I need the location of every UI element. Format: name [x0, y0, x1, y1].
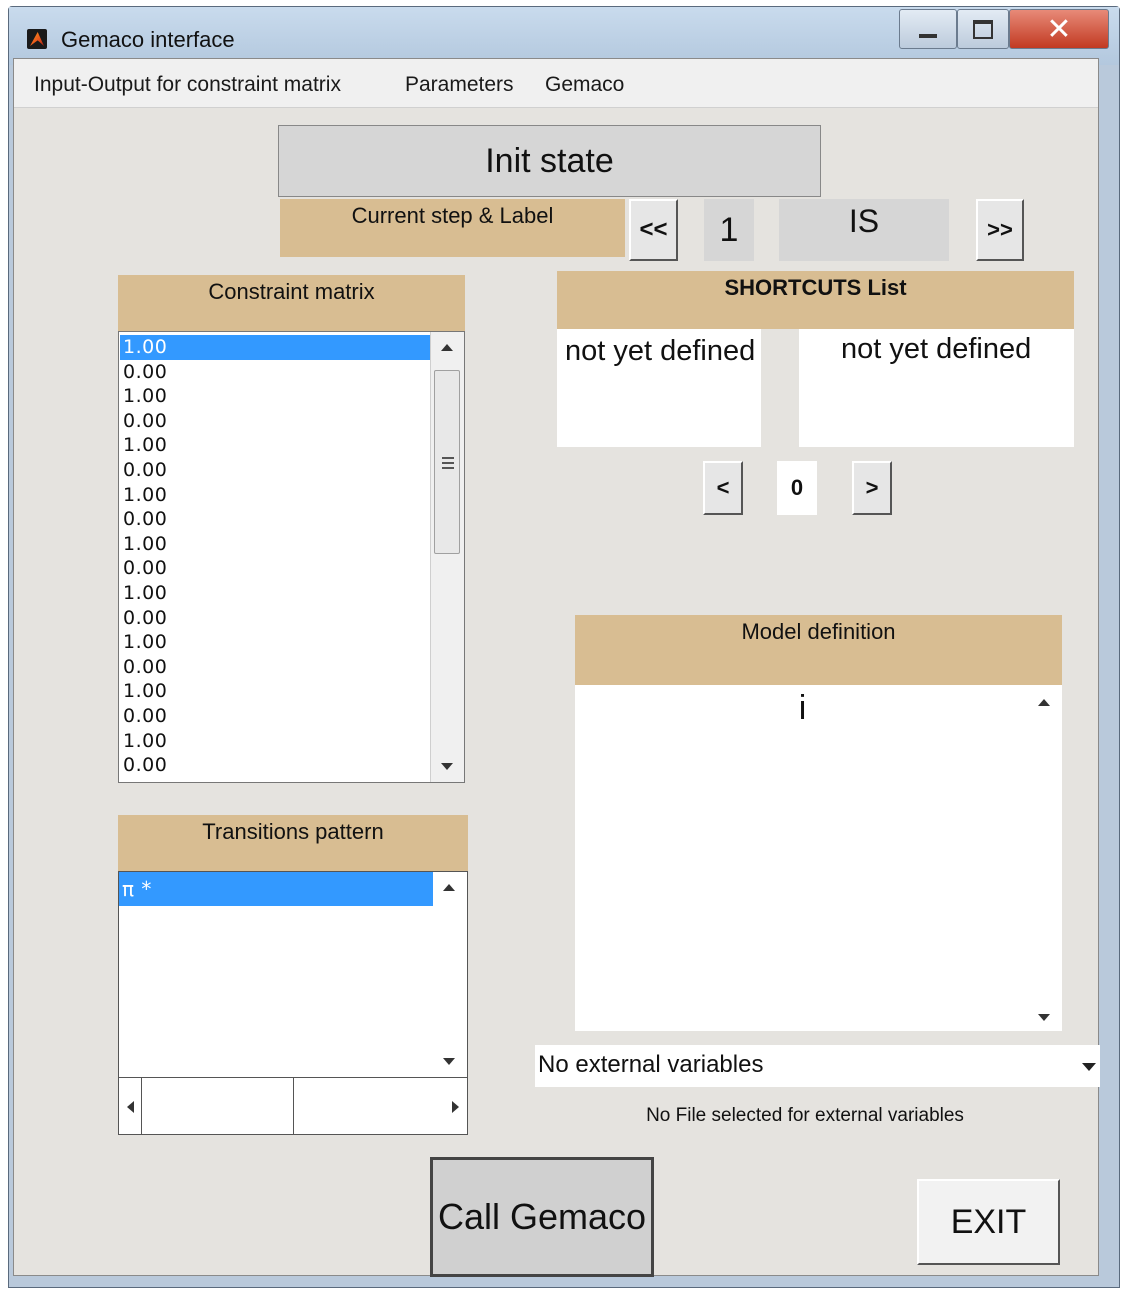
list-item[interactable]: 1.00	[120, 532, 430, 557]
call-gemaco-button[interactable]: Call Gemaco	[430, 1157, 654, 1277]
list-item[interactable]: 1.00	[120, 630, 430, 655]
transitions-list[interactable]: π *	[118, 871, 468, 1135]
scroll-up-icon[interactable]	[1038, 699, 1050, 706]
scroll-left-icon[interactable]	[127, 1101, 134, 1113]
constraint-matrix-rows: 1.00 0.00 1.00 0.00 1.00 0.00 1.00 0.00 1.00 0.00…	[120, 335, 430, 778]
shortcut-right[interactable]: not yet defined	[799, 329, 1074, 447]
list-item[interactable]: 0.00	[120, 556, 430, 581]
menu-input-output[interactable]: Input-Output for constraint matrix	[34, 73, 341, 97]
list-item[interactable]: 1.00	[120, 335, 430, 360]
prev-shortcut-button[interactable]: <	[703, 461, 743, 515]
list-item[interactable]: 0.00	[120, 655, 430, 680]
menu-parameters[interactable]: Parameters	[405, 73, 514, 97]
shortcut-index: 0	[777, 461, 817, 515]
close-button[interactable]: ✕	[1009, 9, 1109, 49]
list-item[interactable]: π *	[119, 872, 435, 906]
model-definition-content: i	[798, 689, 807, 727]
step-state-label: IS	[779, 199, 949, 261]
list-item[interactable]: 1.00	[120, 729, 430, 754]
model-definition-text[interactable]: i	[575, 685, 1062, 1031]
scroll-down-icon[interactable]	[441, 763, 453, 770]
transitions-vscroll[interactable]	[433, 872, 467, 1077]
chevron-down-icon[interactable]	[1082, 1063, 1096, 1071]
step-number: 1	[704, 199, 754, 261]
next-step-button[interactable]: >>	[976, 199, 1024, 261]
scroll-down-icon[interactable]	[1038, 1014, 1050, 1021]
list-item[interactable]: 0.00	[120, 360, 430, 385]
constraint-matrix-title: Constraint matrix	[118, 275, 465, 331]
minimize-icon	[919, 34, 937, 38]
matlab-icon	[27, 29, 47, 49]
menu-gemaco[interactable]: Gemaco	[545, 73, 624, 97]
maximize-button[interactable]	[957, 9, 1009, 49]
next-shortcut-button[interactable]: >	[852, 461, 892, 515]
scroll-thumb[interactable]	[434, 370, 460, 554]
list-item[interactable]: 0.00	[120, 753, 430, 778]
transitions-rows: π *	[119, 872, 435, 906]
menu-bar: Input-Output for constraint matrix Param…	[14, 59, 1098, 108]
prev-step-button[interactable]: <<	[629, 199, 678, 261]
list-item[interactable]: 0.00	[120, 409, 430, 434]
transitions-hscroll[interactable]	[119, 1077, 467, 1134]
model-definition-title: Model definition	[575, 615, 1062, 685]
external-variables-dropdown[interactable]: No external variables	[535, 1045, 1100, 1087]
exit-button[interactable]: EXIT	[917, 1179, 1060, 1265]
init-state-button[interactable]: Init state	[278, 125, 821, 197]
external-file-status: No File selected for external variables	[646, 1105, 964, 1126]
scroll-up-icon[interactable]	[441, 344, 453, 351]
window-title: Gemaco interface	[61, 27, 235, 52]
list-item[interactable]: 1.00	[120, 581, 430, 606]
scroll-up-icon[interactable]	[443, 884, 455, 891]
shortcut-left[interactable]: not yet defined	[557, 329, 761, 447]
current-step-label: Current step & Label	[280, 199, 625, 257]
list-item[interactable]: 1.00	[120, 384, 430, 409]
shortcuts-title: SHORTCUTS List	[557, 271, 1074, 329]
hscroll-thumb[interactable]	[141, 1078, 294, 1134]
list-item[interactable]: 1.00	[120, 483, 430, 508]
scroll-right-icon[interactable]	[452, 1101, 459, 1113]
grip-icon	[442, 457, 454, 459]
scroll-down-icon[interactable]	[443, 1058, 455, 1065]
minimize-button[interactable]	[899, 9, 957, 49]
list-item[interactable]: 1.00	[120, 433, 430, 458]
list-item[interactable]: 0.00	[120, 458, 430, 483]
client-area: Input-Output for constraint matrix Param…	[13, 58, 1100, 1277]
close-icon: ✕	[1046, 12, 1072, 46]
list-item[interactable]: 1.00	[120, 679, 430, 704]
external-variables-value: No external variables	[538, 1051, 764, 1078]
transitions-title: Transitions pattern	[118, 815, 468, 871]
constraint-matrix-list[interactable]: 1.00 0.00 1.00 0.00 1.00 0.00 1.00 0.00 1.00 0.00…	[118, 331, 465, 783]
list-item[interactable]: 0.00	[120, 507, 430, 532]
constraint-matrix-scrollbar[interactable]	[430, 332, 464, 782]
list-item[interactable]: 0.00	[120, 704, 430, 729]
maximize-icon	[973, 19, 993, 39]
title-bar[interactable]: Gemaco interface ✕	[9, 7, 1119, 65]
list-item[interactable]: 0.00	[120, 606, 430, 631]
